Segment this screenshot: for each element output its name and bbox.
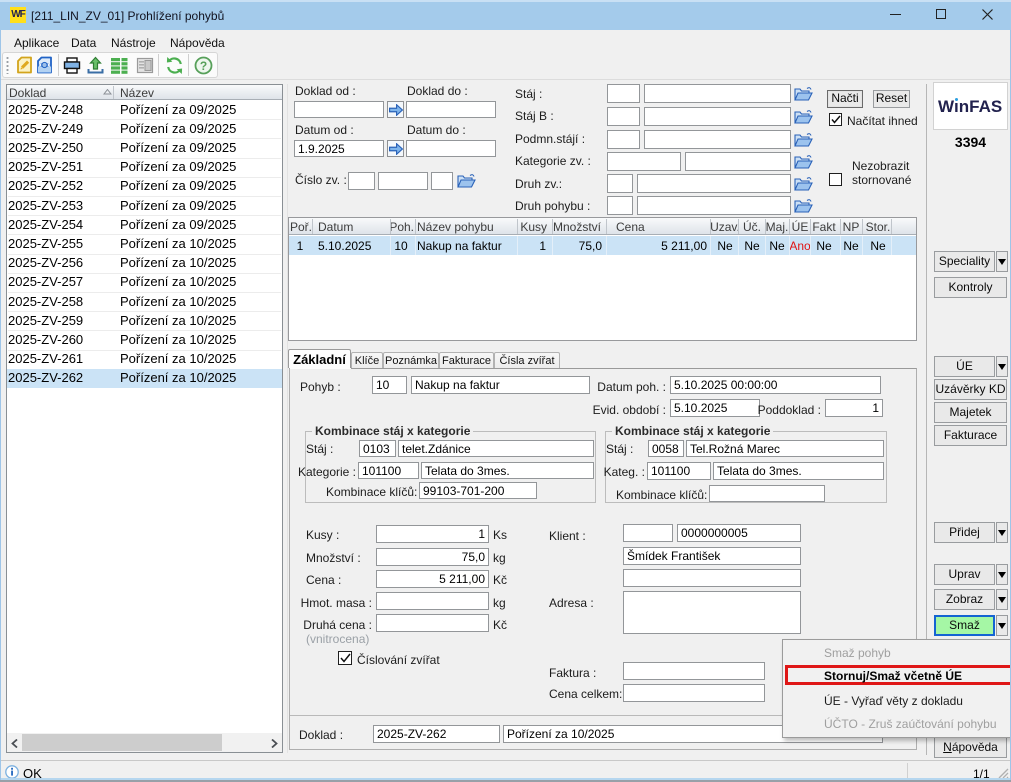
svg-text:?: ? (200, 59, 207, 73)
